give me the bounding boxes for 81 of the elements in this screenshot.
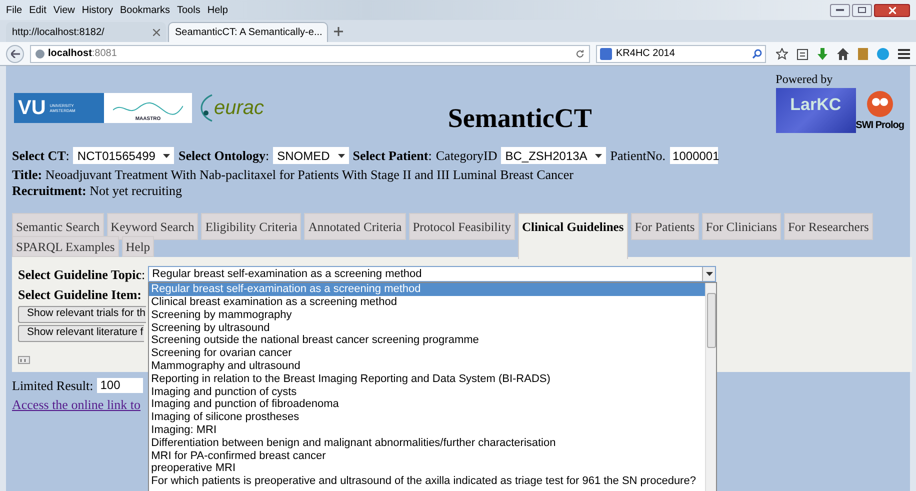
trial-title: Title: Neoadjuvant Treatment With Nab-paclitaxel for Patients With Stage II and III Luminal Breast Cancer xyxy=(12,166,574,182)
page-tab[interactable]: Protocol Feasibility xyxy=(408,212,515,240)
guideline-option[interactable]: Imaging of silicone prostheses xyxy=(149,411,706,424)
page-tab[interactable]: For Patients xyxy=(630,212,699,240)
back-arrow-icon xyxy=(10,50,20,58)
limited-result-field[interactable]: 100 xyxy=(97,378,144,393)
search-engine-icon xyxy=(600,48,612,60)
page-title: SemanticCT xyxy=(448,102,592,135)
page-tab[interactable]: Keyword Search xyxy=(106,212,198,240)
page-tab[interactable]: For Researchers xyxy=(784,212,873,240)
guideline-topic-label: Select Guideline Topic: xyxy=(18,266,146,284)
larkc-logo: LarKC xyxy=(776,88,856,133)
guideline-option[interactable]: Imaging and punction of fibroadenoma xyxy=(149,398,706,412)
guideline-item-label: Select Guideline Item: xyxy=(18,286,142,304)
guideline-option[interactable]: Imaging and punction of cysts xyxy=(149,386,706,398)
ontology-label: Select Ontology: xyxy=(178,147,270,165)
menu-icon[interactable] xyxy=(898,48,910,58)
reload-icon[interactable] xyxy=(575,48,585,58)
star-icon[interactable] xyxy=(776,48,788,60)
browser-tab[interactable]: http://localhost:8182/ xyxy=(6,22,166,42)
menu-item[interactable]: History xyxy=(82,2,113,18)
guideline-option[interactable]: Screening for ovarian cancer xyxy=(149,347,706,360)
menu-item[interactable]: Tools xyxy=(177,2,200,18)
search-icon[interactable] xyxy=(752,48,762,58)
close-icon xyxy=(888,6,896,14)
limited-result-label: Limited Result: xyxy=(12,376,94,394)
page-tab[interactable]: Clinical Guidelines xyxy=(518,212,628,258)
guideline-option[interactable]: Mammography and ultrasound xyxy=(149,360,706,373)
guideline-option[interactable]: Screening by ultrasound xyxy=(149,322,706,334)
category-label: CategoryID xyxy=(436,147,498,165)
powered-by-label: Powered by xyxy=(776,71,834,88)
clipboard-icon[interactable] xyxy=(797,48,808,60)
page-tab[interactable]: Annotated Criteria xyxy=(304,212,406,240)
download-icon[interactable] xyxy=(817,48,828,60)
toggle-icon[interactable] xyxy=(18,356,30,364)
menu-item[interactable]: File xyxy=(6,2,22,18)
guideline-option[interactable]: Screening outside the national breast cancer screening programme xyxy=(149,334,706,348)
guideline-option[interactable]: Imaging: MRI xyxy=(149,424,706,437)
guideline-option[interactable]: Differentiation between benign and malignant abnormalities/further characterisation xyxy=(149,436,706,450)
caret-icon xyxy=(338,154,345,158)
guideline-option[interactable]: Clinical breast examination as a screening method xyxy=(149,296,706,309)
page-tab[interactable]: Help xyxy=(122,236,154,256)
ontology-select[interactable]: SNOMED xyxy=(273,147,349,164)
guideline-topic-select[interactable]: Regular breast self-examination as a screening method xyxy=(148,266,716,282)
menu-item[interactable]: Bookmarks xyxy=(120,2,170,18)
eurac-logo: eurac xyxy=(196,93,264,123)
ct-label: Select CT: xyxy=(12,147,70,165)
category-select[interactable]: BC_ZSH2013A xyxy=(501,147,606,164)
recruitment-status: Recruitment: Not yet recruiting xyxy=(12,182,184,198)
menu-item[interactable]: Help xyxy=(207,2,228,18)
new-tab-icon[interactable] xyxy=(334,27,343,36)
guideline-option[interactable]: Screening by mammography xyxy=(149,308,706,322)
menu-item[interactable]: View xyxy=(53,2,75,18)
caret-icon xyxy=(706,272,713,276)
ct-select[interactable]: NCT01565499 xyxy=(73,147,174,164)
browser-tab[interactable]: SeamanticCT: A Semantically-e... xyxy=(168,22,328,42)
caret-icon xyxy=(163,154,170,158)
menu-item[interactable]: Edit xyxy=(29,2,46,18)
guideline-option[interactable]: MRI for PA-confirmed breast cancer xyxy=(149,450,706,462)
guideline-option[interactable]: For which patients is preoperative and ultrasound of the axilla indicated as triage test for 961 the SN procedure? xyxy=(149,475,706,488)
patient-number-field[interactable]: 1000001 xyxy=(670,147,718,164)
guideline-option[interactable]: preoperative MRI xyxy=(149,462,706,476)
address-field[interactable]: localhost:8081 xyxy=(30,44,590,62)
show-button[interactable]: Show relevant literature f xyxy=(18,324,144,342)
page-tab[interactable]: Eligibility Criteria xyxy=(201,212,302,240)
show-button[interactable]: Show relevant trials for th xyxy=(18,306,146,322)
patient-number-label: PatientNo. xyxy=(610,147,666,165)
back-button[interactable] xyxy=(6,44,24,62)
swi-prolog-logo: SWI Prolog xyxy=(856,119,904,133)
patient-label: Select Patient: xyxy=(352,147,432,165)
online-link[interactable]: Access the online link to xyxy=(12,395,141,414)
minimize-button[interactable] xyxy=(830,4,850,16)
guideline-option[interactable]: Reporting in relation to the Breast Imaging Reporting and Data System (BI-RADS) xyxy=(149,372,706,386)
maximize-button[interactable] xyxy=(852,4,872,16)
search-field[interactable]: KR4HC 2014 xyxy=(596,44,766,62)
page-tab[interactable]: SPARQL Examples xyxy=(12,236,119,256)
caret-icon xyxy=(595,154,602,158)
home-icon[interactable] xyxy=(837,48,849,60)
close-button[interactable] xyxy=(874,4,910,16)
close-icon[interactable] xyxy=(153,28,160,36)
page-tab[interactable]: For Clinicians xyxy=(702,212,781,240)
